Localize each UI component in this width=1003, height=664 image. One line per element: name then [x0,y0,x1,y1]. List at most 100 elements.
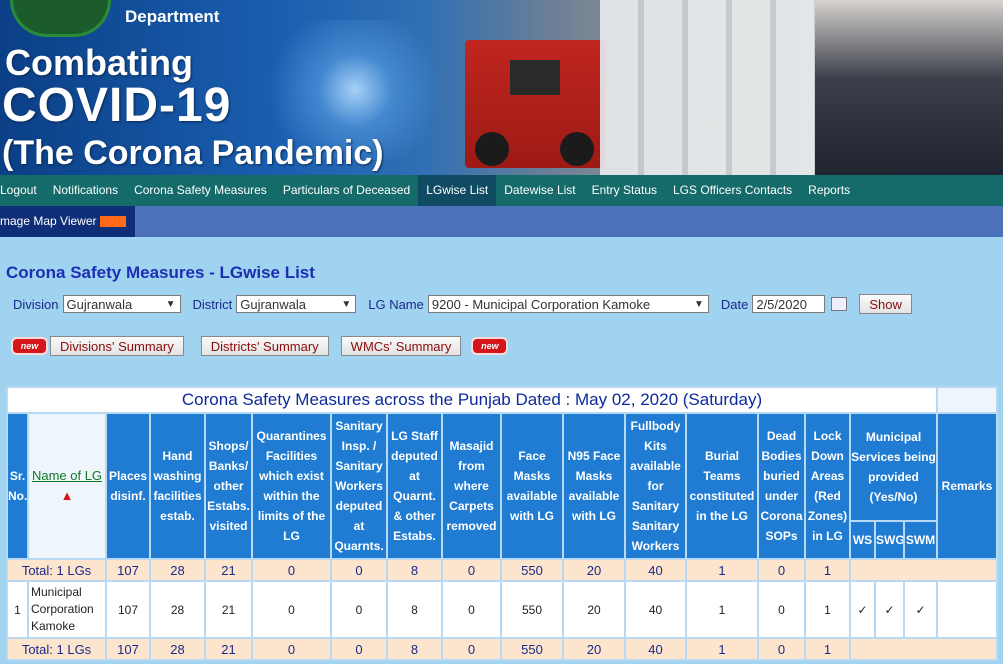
government-logo [10,0,111,37]
cell: 0 [441,558,502,582]
total-row: Total: 1 LGs 107 28 21 0 0 8 0 550 20 40… [6,558,999,582]
cell: 21 [204,580,253,639]
header-banner: Department Combating COVID-19 (The Coron… [0,0,1003,175]
cell: 0 [251,558,332,582]
cell: 28 [149,580,206,639]
chevron-down-icon: ▼ [341,299,352,310]
chevron-down-icon: ▼ [165,299,176,310]
district-label: District [192,296,233,312]
col-swm: SWM [902,520,939,560]
col-sanitary: Sanitary Insp. / Sanitary Workers depute… [330,412,388,560]
nav-reports[interactable]: Reports [800,175,858,206]
nav-lgwise-list[interactable]: LGwise List [418,175,497,206]
division-label: Division [13,296,59,312]
cell: 8 [386,637,443,661]
col-municipal-services: Municipal Services being provided (Yes/N… [848,412,939,522]
nav-image-map-viewer[interactable]: mage Map Viewer [0,206,135,237]
subnav-label: mage Map Viewer [0,214,97,228]
col-fullbody: Fullbody Kits available for Sanitary San… [624,412,687,560]
col-burial: Burial Teams constituted in the LG [685,412,759,560]
cell: 40 [624,637,687,661]
col-sr: Sr. No. [6,412,29,560]
col-lg-staff: LG Staff deputed at Quarnt. & other Esta… [386,412,443,560]
date-label: Date [720,296,749,312]
flag-icon [99,216,126,228]
division-select[interactable]: Gujranwala ▼ [62,295,181,313]
cell: 0 [757,637,806,661]
district-select[interactable]: Gujranwala ▼ [236,295,357,313]
check-icon: ✓ [902,580,939,639]
cell: 21 [204,558,253,582]
chevron-down-icon: ▼ [693,299,704,310]
col-n95: N95 Face Masks available with LG [562,412,626,560]
sort-up-icon: ▲ [60,488,74,503]
total-row: Total: 1 LGs 107 28 21 0 0 8 0 550 20 40… [6,637,999,661]
cell: 0 [441,580,502,639]
wmcs-summary-button[interactable]: WMCs' Summary [340,336,462,356]
cell: 550 [500,580,564,639]
cell: 550 [500,637,564,661]
nav-logout[interactable]: Logout [0,175,45,206]
cell: 40 [624,558,687,582]
lgwise-table: Corona Safety Measures across the Punjab… [5,386,999,661]
page-title: Corona Safety Measures - LGwise List [6,263,315,282]
cell: 0 [757,558,806,582]
cell: 550 [500,558,564,582]
col-remarks: Remarks [936,412,999,560]
lg-name-label: LG Name [368,296,424,312]
cell-empty [848,558,999,582]
cell: 1 [685,580,759,639]
cell: 1 [804,637,851,661]
cell: 107 [105,580,151,639]
lg-name-value: 9200 - Municipal Corporation Kamoke [431,297,651,312]
division-value: Gujranwala [66,297,133,312]
officials-photo [815,0,1003,175]
cell-remarks [936,580,999,639]
divisions-summary-button[interactable]: Divisions' Summary [50,336,184,356]
fire-truck-photo [465,40,605,168]
filter-bar: Division Gujranwala ▼ District Gujranwal… [13,294,912,314]
cell: 28 [149,558,206,582]
sanitary-workers-photo [600,0,845,175]
col-shops: Shops/ Banks/ other Estabs. visited [204,412,253,560]
cell: 1 [685,637,759,661]
nav-lgs-officers-contacts[interactable]: LGS Officers Contacts [665,175,800,206]
col-quarantines: Quarantines Facilities which exist withi… [251,412,332,560]
nav-corona-safety-measures[interactable]: Corona Safety Measures [126,175,275,206]
col-dead-bodies: Dead Bodies buried under Corona SOPs [757,412,806,560]
cell: 1 [685,558,759,582]
col-hand-washing: Hand washing facilities estab. [149,412,206,560]
cell: 21 [204,637,253,661]
nav-entry-status[interactable]: Entry Status [584,175,665,206]
cell: 20 [562,558,626,582]
department-name: Department [125,7,220,26]
cell: 1 [804,580,851,639]
cell: 8 [386,580,443,639]
districts-summary-button[interactable]: Districts' Summary [200,336,329,356]
nav-notifications[interactable]: Notifications [45,175,126,206]
cell: 0 [330,637,388,661]
total-label: Total: 1 LGs [6,637,107,661]
col-places: Places disinf. [105,412,151,560]
nav-particulars-of-deceased[interactable]: Particulars of Deceased [275,175,418,206]
cell: 0 [330,580,388,639]
cell: 8 [386,558,443,582]
subnav-strip [135,206,1003,237]
banner-line-2: COVID-19 [2,79,232,132]
new-badge-icon: new [473,339,507,353]
col-name-of-lg[interactable]: Name of LG ▲ [27,412,107,560]
col-face-masks: Face Masks available with LG [500,412,564,560]
district-value: Gujranwala [240,297,306,312]
lg-name-select[interactable]: 9200 - Municipal Corporation Kamoke ▼ [427,295,709,313]
table-row: 1 Municipal Corporation Kamoke 107 28 21… [6,580,999,639]
date-input[interactable]: 2/5/2020 [752,295,826,313]
col-ws: WS [849,520,876,560]
col-name-link[interactable]: Name of LG [32,468,102,483]
cell: 20 [562,580,626,639]
calendar-icon[interactable] [831,297,848,311]
nav-datewise-list[interactable]: Datewise List [496,175,583,206]
cell: 1 [804,558,851,582]
cell: 107 [105,637,151,661]
cell: 20 [562,637,626,661]
show-button[interactable]: Show [859,294,912,314]
